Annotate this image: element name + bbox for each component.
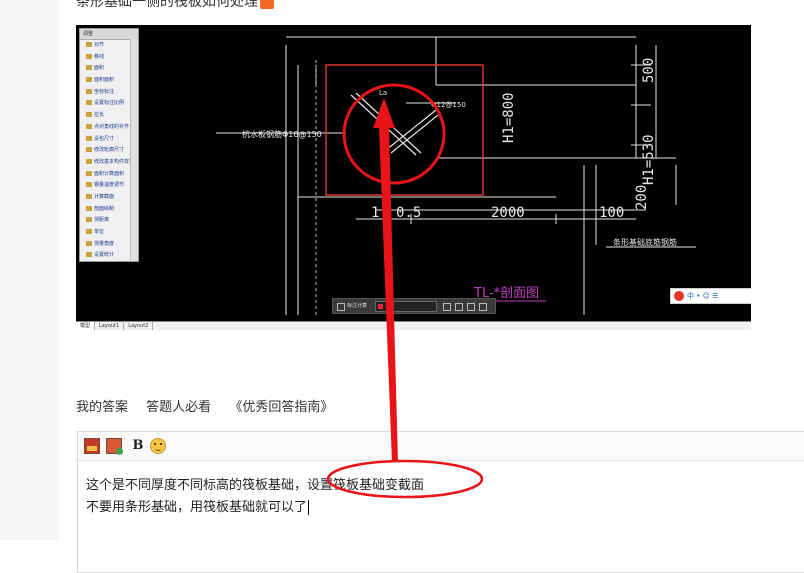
grid-icon[interactable] [337,303,345,311]
question-title-text: 条形基础一侧的筏板如何处理 [76,0,258,10]
dim-05-label: 0.5 [396,205,421,221]
answer-editor[interactable]: B 这个是不同厚度不同标高的筏板基础，设置筏板基础变截面 不要用条形基础，用筏板… [77,431,804,573]
left-sidebar-strip [0,0,58,540]
must-read-link[interactable]: 答题人必看 [146,400,211,415]
guide-link[interactable]: 《优秀回答指南》 [229,400,333,415]
paste-icon[interactable] [479,303,487,311]
cad-screenshot: 调整 对齐 移线 面积 面积面积 坐标标注 设置标注比例 拉长 点对角线的补齐 设包尺寸 修改轮廓… [76,25,751,330]
dim-100-label: 100 [599,205,624,221]
answer-line-2: 不要用条形基础，用筏板基础就可以了 [86,497,804,519]
tab-layout1[interactable]: Layout1 [95,322,125,330]
text-caret [308,500,310,515]
answer-links: 我的答案 答题人必看 《优秀回答指南》 [76,396,347,415]
answer-line-2-text: 不要用条形基础，用筏板基础就可以了 [86,500,308,515]
move-icon[interactable] [455,303,463,311]
my-answer-link[interactable]: 我的答案 [76,400,128,415]
top-rebar-label: Φ12@150 [431,101,466,109]
sogou-logo-icon [674,291,684,301]
left-rebar-label: 抗水板钢筋Φ16@150 [242,129,322,139]
copy-icon[interactable] [467,303,475,311]
toolbar-label: 标注计算 [347,303,368,309]
insert-photo-icon[interactable] [106,438,123,455]
cad-command-toolbar[interactable]: 标注计算 0 [332,298,496,314]
hot-badge-icon [260,0,274,9]
dim-200-label: 200 [634,185,650,210]
dim-500-label: 500 [641,58,657,83]
edit-icon[interactable] [443,303,451,311]
layer-dropdown[interactable]: 0 [375,301,437,312]
layer-value: 0 [386,303,390,309]
question-title: 条形基础一侧的筏板如何处理 [76,0,274,11]
ime-text: 中 • ☺ ☰ [687,292,719,300]
insert-image-icon[interactable] [84,438,100,454]
tab-layout2[interactable]: Layout2 [124,322,154,330]
corner-label: La [379,89,387,97]
emoji-icon[interactable] [150,438,166,454]
cad-layout-tabs: 模型 Layout1 Layout2 [76,321,751,330]
editor-toolbar: B [78,432,804,461]
strip-rebar-label: 条形基础底筋钢筋 [613,237,677,247]
input-method-bar[interactable]: 中 • ☺ ☰ [670,288,751,304]
answer-line-1: 这个是不同厚度不同标高的筏板基础，设置筏板基础变截面 [86,478,425,493]
layer-color-swatch [378,304,383,309]
dim-prefix-label: 1 [371,205,379,221]
cad-drawing: 抗水板钢筋Φ16@150 La Φ12@150 H1=800 H1=530 50… [216,36,696,315]
h1-dimension-label: H1=800 [501,92,517,143]
editor-content[interactable]: 这个是不同厚度不同标高的筏板基础，设置筏板基础变截面 不要用条形基础，用筏板基础… [78,461,804,533]
dim-2000-label: 2000 [491,205,525,221]
h2-dimension-label: H1=530 [641,134,657,185]
bold-button[interactable]: B [130,438,146,454]
tab-model[interactable]: 模型 [76,322,96,330]
